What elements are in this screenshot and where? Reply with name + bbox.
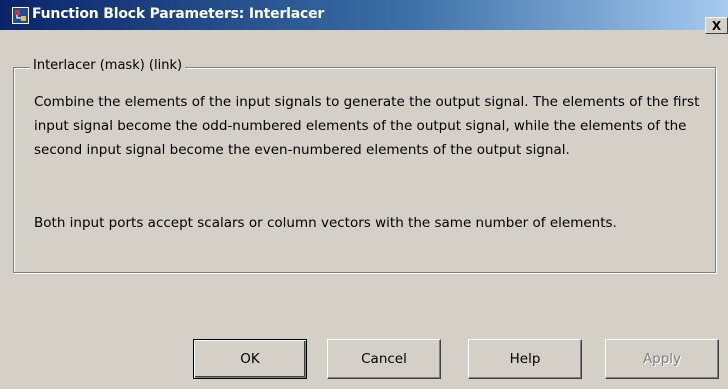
help-button[interactable]: Help xyxy=(468,339,582,379)
group-title: Interlacer (mask) (link) xyxy=(30,58,186,73)
port-description: Both input ports accept scalars or colum… xyxy=(34,215,617,231)
dialog-window: Function Block Parameters: Interlacer X … xyxy=(0,0,728,389)
ok-button[interactable]: OK xyxy=(193,339,307,379)
apply-button[interactable]: Apply xyxy=(605,339,719,379)
close-button[interactable]: X xyxy=(705,17,728,34)
cancel-button[interactable]: Cancel xyxy=(327,339,441,379)
block-description: Combine the elements of the input signal… xyxy=(34,94,700,158)
title-bar[interactable]: Function Block Parameters: Interlacer xyxy=(0,0,728,30)
simulink-block-icon xyxy=(12,7,29,24)
close-icon: X xyxy=(711,18,722,33)
window-title: Function Block Parameters: Interlacer xyxy=(32,6,325,22)
